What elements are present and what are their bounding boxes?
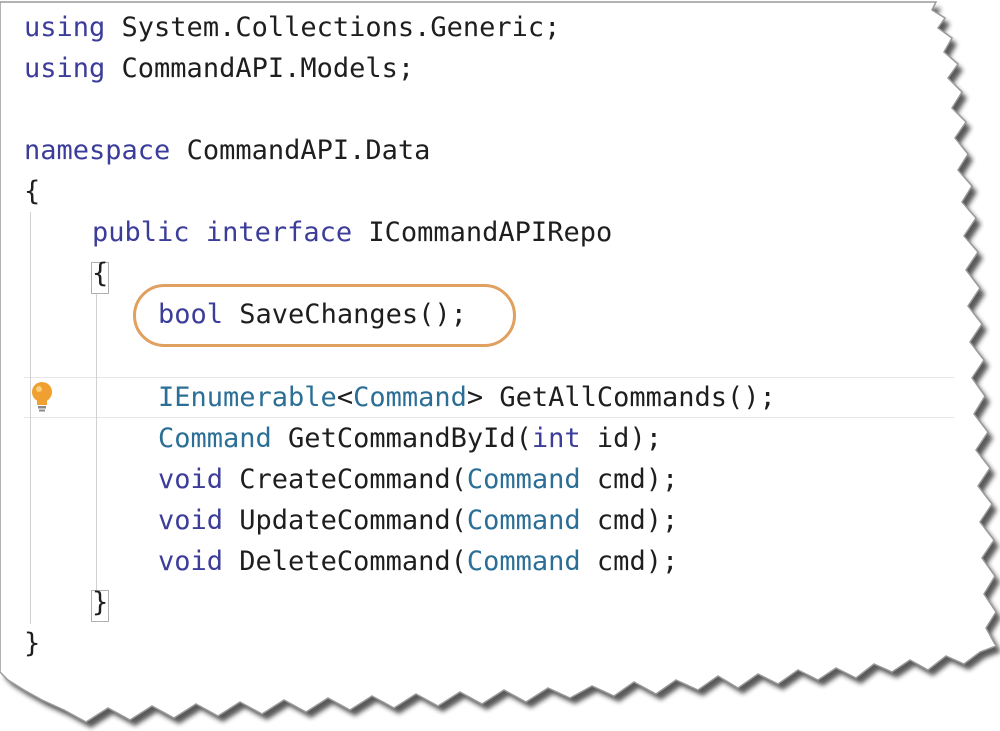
code-line[interactable]: IEnumerable<Command> GetAllCommands(); (158, 377, 776, 418)
code-line[interactable]: Command GetCommandById(int id); (158, 418, 662, 459)
keyword-token: public (92, 217, 190, 248)
code-token: ICommandAPIRepo (352, 217, 613, 248)
keyword-token: int (531, 423, 581, 454)
indent-guide-namespace (30, 212, 31, 624)
type-token: IEnumerable (158, 382, 337, 413)
code-token: CommandAPI.Models; (105, 53, 415, 84)
code-line[interactable]: void UpdateCommand(Command cmd); (158, 500, 678, 541)
code-line[interactable]: } (24, 623, 40, 664)
type-token: Command (466, 546, 581, 577)
code-token: > GetAllCommands(); (466, 382, 776, 413)
save-changes-highlight-oval (133, 284, 516, 347)
code-editor-screenshot: using System.Collections.Generic; using C… (0, 0, 1000, 731)
type-token: Command (466, 505, 581, 536)
code-line[interactable]: using System.Collections.Generic; (24, 7, 560, 48)
code-line[interactable]: } (92, 582, 108, 623)
keyword-token: void (158, 505, 224, 536)
type-token: Command (353, 382, 467, 413)
torn-paper-border (0, 1, 1000, 728)
code-token: id); (580, 423, 662, 454)
keyword-token: void (158, 546, 224, 577)
code-line[interactable]: { (24, 171, 40, 212)
code-line[interactable]: void CreateCommand(Command cmd); (158, 459, 678, 500)
lightbulb-icon[interactable] (27, 379, 57, 413)
code-line[interactable]: namespace CommandAPI.Data (24, 130, 430, 171)
code-token: UpdateCommand( (223, 505, 467, 536)
code-token: cmd); (580, 546, 679, 577)
keyword-token: using (24, 53, 106, 84)
code-token: DeleteCommand( (223, 546, 467, 577)
code-token: { (92, 258, 109, 289)
code-token: cmd); (580, 464, 679, 495)
keyword-token: interface (205, 217, 353, 248)
code-token: CommandAPI.Data (170, 135, 431, 166)
code-line[interactable]: { (92, 253, 108, 294)
code-token: CreateCommand( (223, 464, 467, 495)
keyword-token: void (158, 464, 224, 495)
code-line[interactable]: public interface ICommandAPIRepo (92, 212, 612, 253)
code-token: GetCommandById( (271, 423, 532, 454)
code-token: } (92, 587, 109, 618)
type-token: Command (466, 464, 581, 495)
indent-guide-interface (96, 294, 97, 590)
keyword-token: using (24, 12, 106, 43)
torn-paper-sheet (0, 1, 998, 723)
code-token: System.Collections.Generic; (105, 12, 561, 43)
code-line[interactable]: void DeleteCommand(Command cmd); (158, 541, 678, 582)
code-token: } (24, 628, 41, 659)
code-token: { (24, 176, 41, 207)
keyword-token: namespace (24, 135, 171, 166)
code-token: cmd); (580, 505, 679, 536)
code-line[interactable]: using CommandAPI.Models; (24, 48, 414, 89)
type-token: Command (158, 423, 272, 454)
code-token: < (336, 382, 354, 413)
